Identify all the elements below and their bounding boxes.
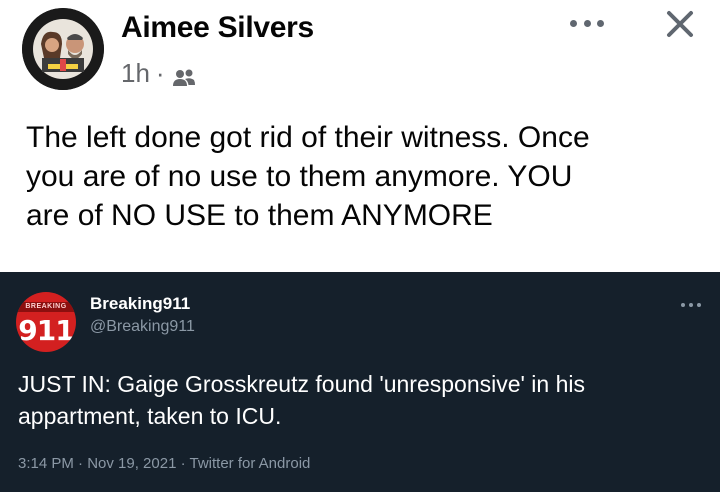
logo-band-text: BREAKING: [16, 302, 76, 312]
facebook-post: Aimee Silvers 1h · The left done got rid…: [0, 0, 720, 272]
author-name[interactable]: Aimee Silvers: [121, 11, 314, 45]
close-icon[interactable]: [664, 8, 696, 40]
meta-separator: ·: [155, 58, 165, 88]
embedded-tweet[interactable]: BREAKING 911 Breaking911 @Breaking911 JU…: [0, 272, 720, 492]
tweet-author-handle[interactable]: @Breaking911: [90, 318, 195, 336]
tweet-text: JUST IN: Gaige Grosskreutz found 'unresp…: [18, 371, 586, 429]
more-horizontal-icon[interactable]: [570, 10, 604, 36]
friends-icon: [171, 64, 197, 86]
more-horizontal-icon[interactable]: [681, 302, 701, 308]
tweet-author-name[interactable]: Breaking911: [90, 294, 190, 314]
logo-number: 911: [18, 314, 74, 347]
author-avatar[interactable]: [22, 8, 104, 90]
breaking911-logo[interactable]: BREAKING 911: [16, 292, 76, 352]
post-time[interactable]: 1h: [121, 58, 150, 89]
tweet-meta[interactable]: 3:14 PM · Nov 19, 2021 · Twitter for And…: [18, 455, 310, 472]
post-text: The left done got rid of their witness. …: [26, 121, 590, 232]
post-meta: 1h ·: [121, 58, 197, 89]
